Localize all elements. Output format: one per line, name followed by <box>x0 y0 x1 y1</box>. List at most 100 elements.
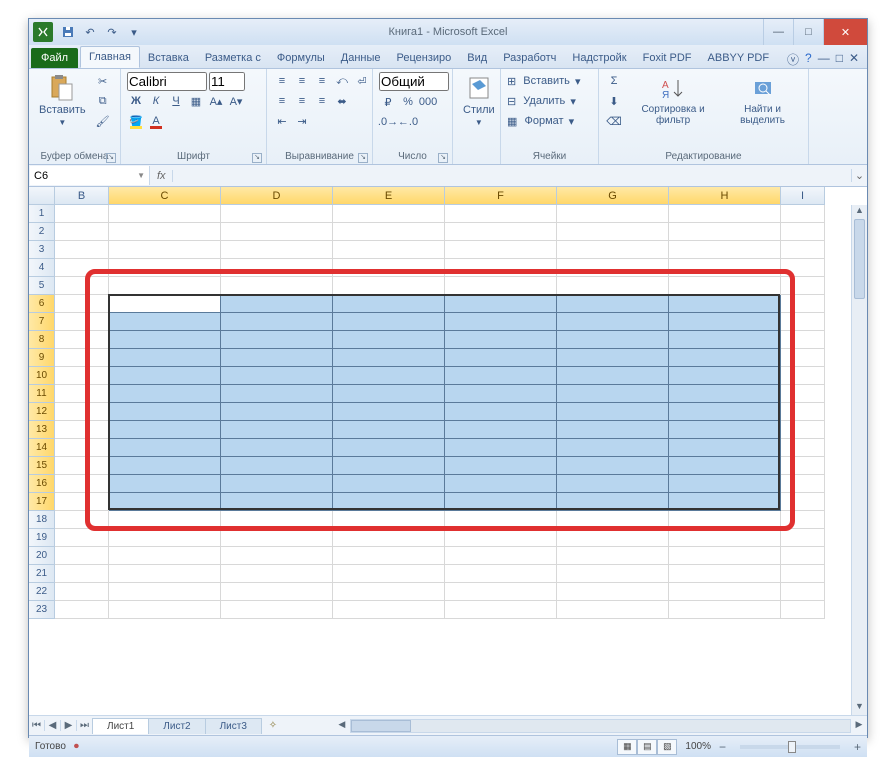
cell[interactable] <box>333 205 445 223</box>
sheet-last-icon[interactable]: ⏭ <box>77 720 93 731</box>
cell[interactable] <box>557 259 669 277</box>
decrease-indent-icon[interactable]: ⇤ <box>273 112 291 130</box>
decrease-decimal-icon[interactable]: ←.0 <box>399 113 417 131</box>
cell[interactable] <box>333 511 445 529</box>
scroll-left-icon[interactable]: ◀ <box>334 719 350 733</box>
clipboard-launcher[interactable]: ↘ <box>106 153 116 163</box>
cell[interactable] <box>781 529 825 547</box>
cell[interactable] <box>557 223 669 241</box>
cell[interactable] <box>781 367 825 385</box>
cell[interactable] <box>781 205 825 223</box>
bold-button[interactable]: Ж <box>127 92 145 110</box>
cell[interactable] <box>557 277 669 295</box>
name-box[interactable]: ▼ <box>30 166 150 185</box>
format-painter-icon[interactable]: 🖌 <box>94 112 112 130</box>
cell[interactable] <box>669 277 781 295</box>
cell[interactable] <box>781 295 825 313</box>
scrollbar-thumb[interactable] <box>854 219 865 299</box>
cell[interactable] <box>445 457 557 475</box>
column-header-H[interactable]: H <box>669 187 781 205</box>
cell[interactable] <box>109 223 221 241</box>
cell[interactable] <box>109 421 221 439</box>
qat-more-icon[interactable]: ▾ <box>125 23 143 41</box>
cell[interactable] <box>445 277 557 295</box>
cell[interactable] <box>109 493 221 511</box>
cell[interactable] <box>221 457 333 475</box>
cell[interactable] <box>669 511 781 529</box>
cell[interactable] <box>445 493 557 511</box>
styles-button[interactable]: Стили ▼ <box>459 72 499 129</box>
cell[interactable] <box>557 403 669 421</box>
cell[interactable] <box>55 583 109 601</box>
font-color-button[interactable]: A <box>147 112 165 130</box>
tab-formulas[interactable]: Формулы <box>269 48 333 68</box>
fx-button[interactable]: fx <box>151 170 173 182</box>
sheet-tab-2[interactable]: Лист2 <box>148 718 205 734</box>
minimize-ribbon-icon[interactable]: ⓥ <box>787 51 799 68</box>
row-header-12[interactable]: 12 <box>29 403 55 421</box>
cell[interactable] <box>221 493 333 511</box>
hscroll-thumb[interactable] <box>351 720 411 732</box>
cell[interactable] <box>109 511 221 529</box>
row-header-21[interactable]: 21 <box>29 565 55 583</box>
font-launcher[interactable]: ↘ <box>252 153 262 163</box>
cell[interactable] <box>669 565 781 583</box>
cell[interactable] <box>333 547 445 565</box>
cell[interactable] <box>221 331 333 349</box>
cell[interactable] <box>781 439 825 457</box>
cell[interactable] <box>333 313 445 331</box>
cell[interactable] <box>109 457 221 475</box>
cell[interactable] <box>557 367 669 385</box>
cell[interactable] <box>221 511 333 529</box>
row-header-6[interactable]: 6 <box>29 295 55 313</box>
comma-icon[interactable]: 000 <box>419 93 437 111</box>
redo-icon[interactable]: ↷ <box>103 23 121 41</box>
cell[interactable] <box>55 475 109 493</box>
workbook-close-icon[interactable]: ✕ <box>849 51 859 68</box>
cell[interactable] <box>781 583 825 601</box>
cell[interactable] <box>333 475 445 493</box>
cell[interactable] <box>445 259 557 277</box>
cell[interactable] <box>333 493 445 511</box>
cell[interactable] <box>445 511 557 529</box>
cell[interactable] <box>669 439 781 457</box>
cell[interactable] <box>669 259 781 277</box>
cell[interactable] <box>109 259 221 277</box>
align-middle-icon[interactable]: ≡ <box>293 72 311 90</box>
percent-icon[interactable]: % <box>399 93 417 111</box>
cell[interactable] <box>781 403 825 421</box>
cell[interactable] <box>781 565 825 583</box>
cell[interactable] <box>445 331 557 349</box>
number-format-select[interactable] <box>379 72 449 91</box>
orientation-icon[interactable]: ⤺ <box>333 72 351 90</box>
scroll-up-icon[interactable]: ▲ <box>852 205 867 219</box>
font-name-select[interactable] <box>127 72 207 91</box>
cell[interactable] <box>221 295 333 313</box>
cell[interactable] <box>55 313 109 331</box>
find-select-button[interactable]: Найти и выделить <box>723 72 802 128</box>
grow-font-icon[interactable]: A▴ <box>207 92 225 110</box>
cell[interactable] <box>333 403 445 421</box>
page-layout-view-icon[interactable]: ▤ <box>637 739 657 755</box>
cell[interactable] <box>55 457 109 475</box>
cell[interactable] <box>445 385 557 403</box>
select-all-corner[interactable] <box>29 187 55 205</box>
zoom-thumb[interactable] <box>788 741 796 753</box>
cell[interactable] <box>333 565 445 583</box>
column-header-G[interactable]: G <box>557 187 669 205</box>
merge-cells-icon[interactable]: ⬌ <box>333 92 351 110</box>
cell[interactable] <box>669 403 781 421</box>
cell[interactable] <box>669 457 781 475</box>
cell[interactable] <box>669 547 781 565</box>
row-header-16[interactable]: 16 <box>29 475 55 493</box>
cell[interactable] <box>55 331 109 349</box>
cell[interactable] <box>221 385 333 403</box>
border-button[interactable]: ▦ <box>187 92 205 110</box>
tab-foxit[interactable]: Foxit PDF <box>635 48 700 68</box>
fill-color-button[interactable]: 🪣 <box>127 112 145 130</box>
zoom-out-icon[interactable]: − <box>719 740 726 754</box>
cell[interactable] <box>669 313 781 331</box>
cell[interactable] <box>781 601 825 619</box>
tab-view[interactable]: Вид <box>459 48 495 68</box>
cell[interactable] <box>557 457 669 475</box>
